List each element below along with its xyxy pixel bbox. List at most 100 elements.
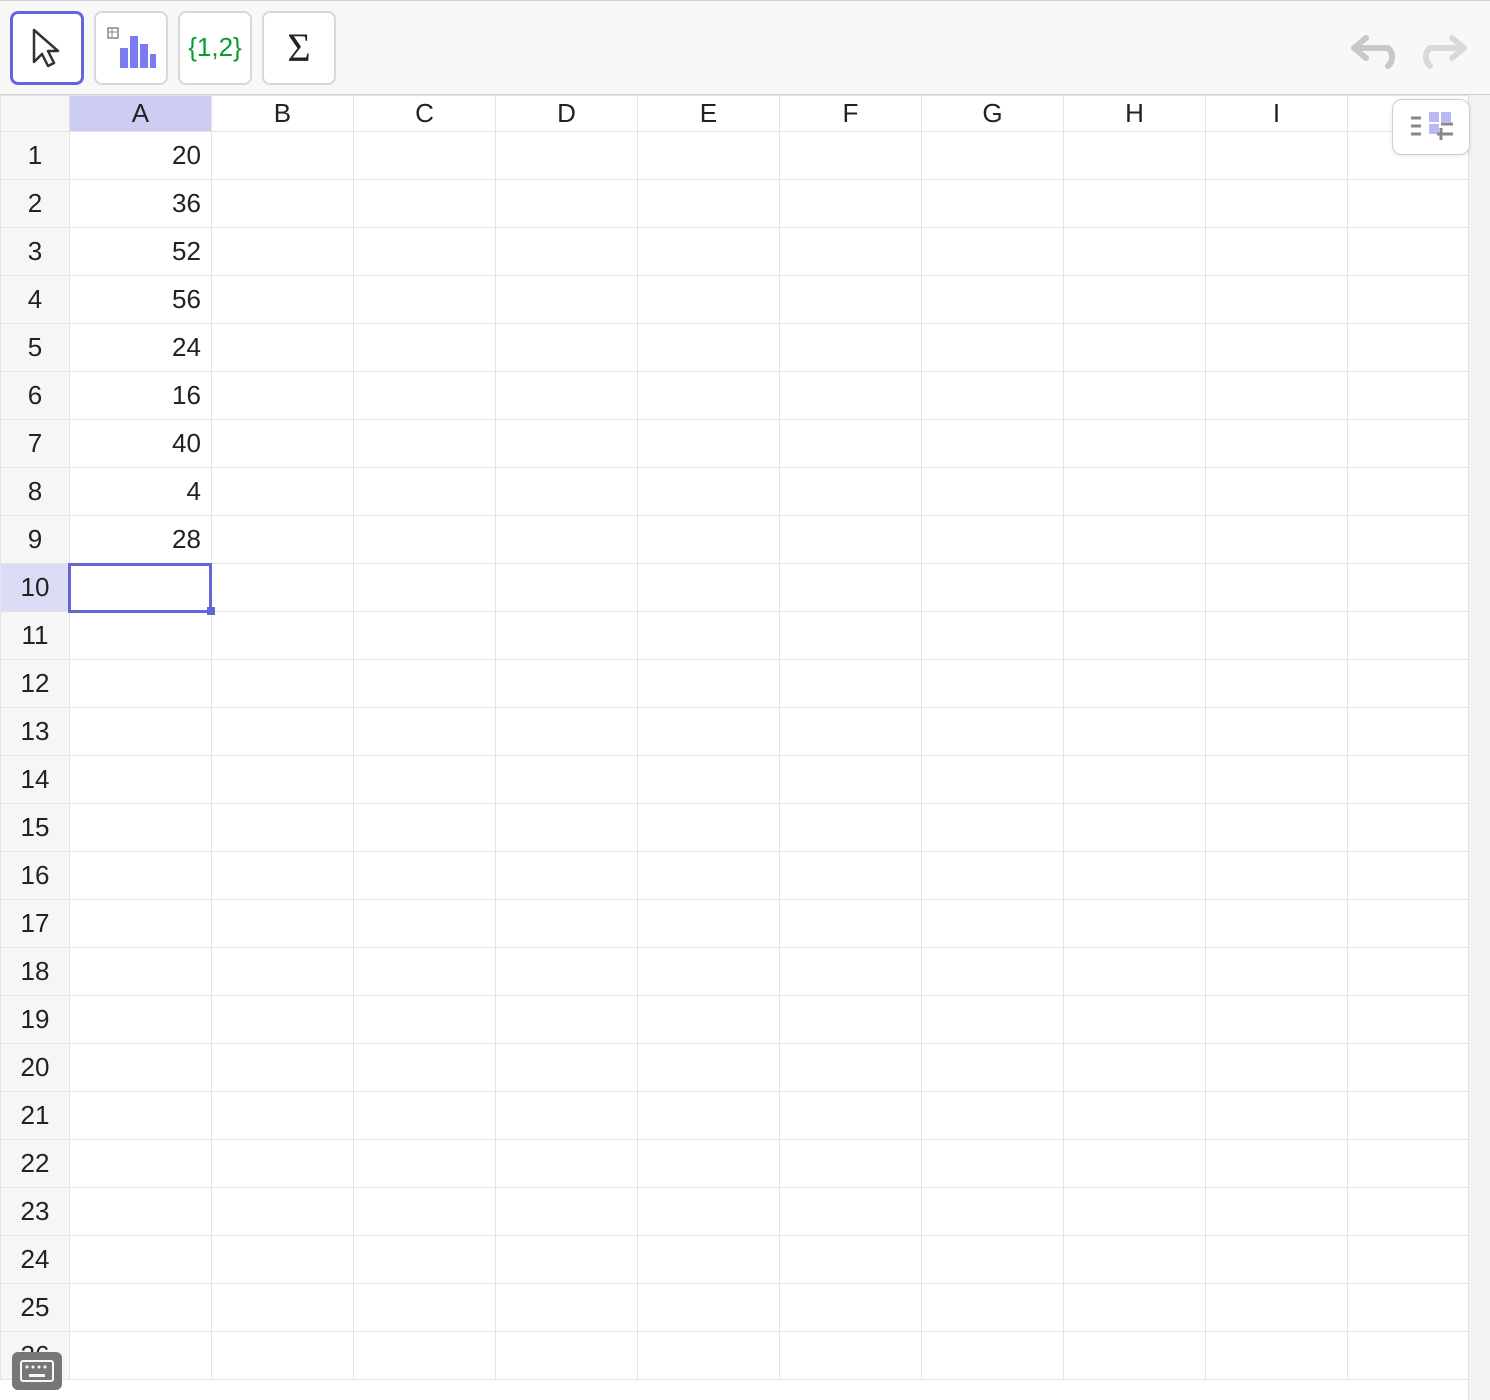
cell[interactable]: [1205, 948, 1347, 996]
cell[interactable]: [495, 996, 637, 1044]
cell[interactable]: [779, 276, 921, 324]
cell[interactable]: [1205, 180, 1347, 228]
cell[interactable]: [353, 564, 495, 612]
cell[interactable]: [1063, 756, 1205, 804]
cell[interactable]: [69, 948, 211, 996]
cell[interactable]: 52: [69, 228, 211, 276]
cell[interactable]: [921, 612, 1063, 660]
cell[interactable]: [495, 1236, 637, 1284]
undo-icon[interactable]: [1348, 26, 1404, 70]
cell[interactable]: [779, 756, 921, 804]
row-header[interactable]: 10: [1, 564, 70, 612]
cell[interactable]: [637, 900, 779, 948]
cell[interactable]: [779, 900, 921, 948]
cell[interactable]: [69, 612, 211, 660]
cell[interactable]: [921, 372, 1063, 420]
cell[interactable]: [1063, 180, 1205, 228]
cell[interactable]: [779, 996, 921, 1044]
cell[interactable]: [211, 612, 353, 660]
cell[interactable]: [1063, 516, 1205, 564]
cell[interactable]: [211, 1188, 353, 1236]
cell[interactable]: [921, 420, 1063, 468]
cell[interactable]: [69, 756, 211, 804]
cell[interactable]: [637, 708, 779, 756]
cell[interactable]: [211, 996, 353, 1044]
cell[interactable]: [779, 948, 921, 996]
cell[interactable]: [1063, 276, 1205, 324]
cell[interactable]: [779, 1236, 921, 1284]
cell[interactable]: [779, 1188, 921, 1236]
cell[interactable]: [211, 1044, 353, 1092]
row-header[interactable]: 6: [1, 372, 70, 420]
cell[interactable]: [1063, 852, 1205, 900]
row-header[interactable]: 23: [1, 1188, 70, 1236]
cell[interactable]: [211, 1092, 353, 1140]
cell[interactable]: [779, 804, 921, 852]
cell[interactable]: [637, 276, 779, 324]
cell[interactable]: [353, 1140, 495, 1188]
cell[interactable]: [921, 756, 1063, 804]
row-header[interactable]: 1: [1, 132, 70, 180]
cell[interactable]: [1063, 1236, 1205, 1284]
cell[interactable]: [495, 660, 637, 708]
cell[interactable]: [353, 276, 495, 324]
cell[interactable]: [211, 708, 353, 756]
cell[interactable]: [1063, 132, 1205, 180]
cell[interactable]: [921, 132, 1063, 180]
cell[interactable]: [637, 660, 779, 708]
row-header[interactable]: 24: [1, 1236, 70, 1284]
cell[interactable]: [1063, 1044, 1205, 1092]
cell[interactable]: [495, 900, 637, 948]
cell[interactable]: [1063, 1140, 1205, 1188]
cell[interactable]: [779, 468, 921, 516]
cell[interactable]: [211, 948, 353, 996]
cell[interactable]: [1063, 660, 1205, 708]
column-header-E[interactable]: E: [637, 96, 779, 132]
cell[interactable]: [211, 180, 353, 228]
cell[interactable]: [495, 180, 637, 228]
cell[interactable]: [1063, 228, 1205, 276]
row-header[interactable]: 15: [1, 804, 70, 852]
cell[interactable]: [1205, 996, 1347, 1044]
cell[interactable]: [1205, 1092, 1347, 1140]
cell[interactable]: [69, 660, 211, 708]
cell[interactable]: [353, 324, 495, 372]
cell[interactable]: [1063, 420, 1205, 468]
cell[interactable]: [779, 228, 921, 276]
cell[interactable]: [637, 996, 779, 1044]
cell[interactable]: [921, 1092, 1063, 1140]
cell[interactable]: [211, 420, 353, 468]
cell[interactable]: 36: [69, 180, 211, 228]
row-header[interactable]: 18: [1, 948, 70, 996]
cell[interactable]: [637, 948, 779, 996]
cell[interactable]: [1205, 420, 1347, 468]
cell[interactable]: [353, 1044, 495, 1092]
cell[interactable]: [1205, 900, 1347, 948]
cell[interactable]: [779, 708, 921, 756]
keyboard-toggle-button[interactable]: [12, 1352, 62, 1390]
cell[interactable]: [69, 708, 211, 756]
cell[interactable]: [211, 564, 353, 612]
redo-icon[interactable]: [1414, 26, 1470, 70]
cell[interactable]: [779, 324, 921, 372]
cell[interactable]: [353, 1188, 495, 1236]
cell[interactable]: [637, 804, 779, 852]
spreadsheet-grid[interactable]: ABCDEFGHIJ 12023635245652461674084928101…: [0, 95, 1490, 1380]
cell[interactable]: [637, 1236, 779, 1284]
row-header[interactable]: 12: [1, 660, 70, 708]
cell[interactable]: [353, 516, 495, 564]
cell[interactable]: [495, 1188, 637, 1236]
cell[interactable]: [1205, 1236, 1347, 1284]
row-header[interactable]: 16: [1, 852, 70, 900]
cell[interactable]: [1205, 1188, 1347, 1236]
cell[interactable]: [921, 228, 1063, 276]
cell[interactable]: [637, 228, 779, 276]
column-header-D[interactable]: D: [495, 96, 637, 132]
cell[interactable]: [1063, 324, 1205, 372]
cell[interactable]: [1063, 708, 1205, 756]
cell[interactable]: [779, 1044, 921, 1092]
cell[interactable]: [69, 852, 211, 900]
cell[interactable]: [1205, 1044, 1347, 1092]
column-header-H[interactable]: H: [1063, 96, 1205, 132]
cell[interactable]: [1205, 468, 1347, 516]
